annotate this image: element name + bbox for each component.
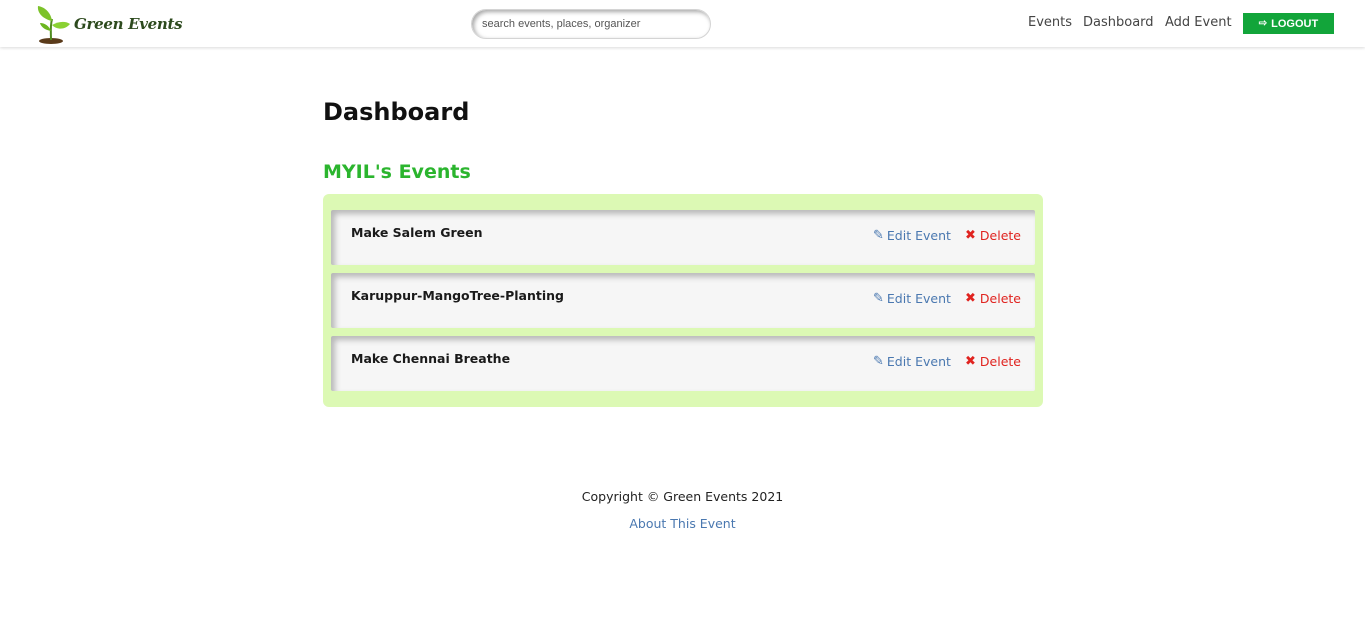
close-icon: ✖ (965, 228, 976, 243)
event-card: Karuppur-MangoTree-Planting ✎ Edit Event… (331, 273, 1035, 328)
pencil-icon: ✎ (873, 228, 884, 243)
events-panel: Make Salem Green ✎ Edit Event ✖ Delete K… (323, 194, 1043, 407)
nav-link-events[interactable]: Events (1028, 15, 1072, 30)
logout-label: LOGOUT (1271, 17, 1319, 30)
delete-event-link[interactable]: ✖ Delete (965, 228, 1021, 243)
sprout-logo-icon (33, 3, 71, 45)
about-this-event-link[interactable]: About This Event (629, 516, 735, 531)
edit-event-label: Edit Event (886, 228, 951, 243)
close-icon: ✖ (965, 291, 976, 306)
section-title: MYIL's Events (323, 161, 471, 183)
pencil-icon: ✎ (873, 354, 884, 369)
footer-about: About This Event (0, 516, 1365, 531)
edit-event-label: Edit Event (886, 354, 951, 369)
edit-event-link[interactable]: ✎ Edit Event (873, 354, 951, 369)
footer-copyright: Copyright © Green Events 2021 (581, 489, 784, 504)
navbar: Green Events Events Dashboard Add Event … (0, 0, 1365, 47)
delete-label: Delete (979, 354, 1021, 369)
event-name: Karuppur-MangoTree-Planting (351, 288, 564, 303)
brand[interactable]: Green Events (33, 3, 183, 45)
sign-out-icon: ⇨ (1258, 18, 1268, 29)
logout-button[interactable]: ⇨ LOGOUT (1243, 13, 1334, 34)
pencil-icon: ✎ (873, 291, 884, 306)
edit-event-link[interactable]: ✎ Edit Event (873, 228, 951, 243)
delete-event-link[interactable]: ✖ Delete (965, 354, 1021, 369)
delete-label: Delete (979, 291, 1021, 306)
event-card: Make Chennai Breathe ✎ Edit Event ✖ Dele… (331, 336, 1035, 391)
nav-link-dashboard[interactable]: Dashboard (1083, 15, 1154, 30)
brand-name: Green Events (74, 15, 183, 33)
edit-event-label: Edit Event (886, 291, 951, 306)
event-card: Make Salem Green ✎ Edit Event ✖ Delete (331, 210, 1035, 265)
delete-event-link[interactable]: ✖ Delete (965, 291, 1021, 306)
nav-link-add-event[interactable]: Add Event (1165, 15, 1232, 30)
event-name: Make Salem Green (351, 225, 483, 240)
edit-event-link[interactable]: ✎ Edit Event (873, 291, 951, 306)
search-input[interactable] (471, 9, 711, 39)
event-name: Make Chennai Breathe (351, 351, 511, 366)
delete-label: Delete (979, 228, 1021, 243)
page-title: Dashboard (323, 98, 470, 126)
search-box (471, 9, 711, 39)
close-icon: ✖ (965, 354, 976, 369)
